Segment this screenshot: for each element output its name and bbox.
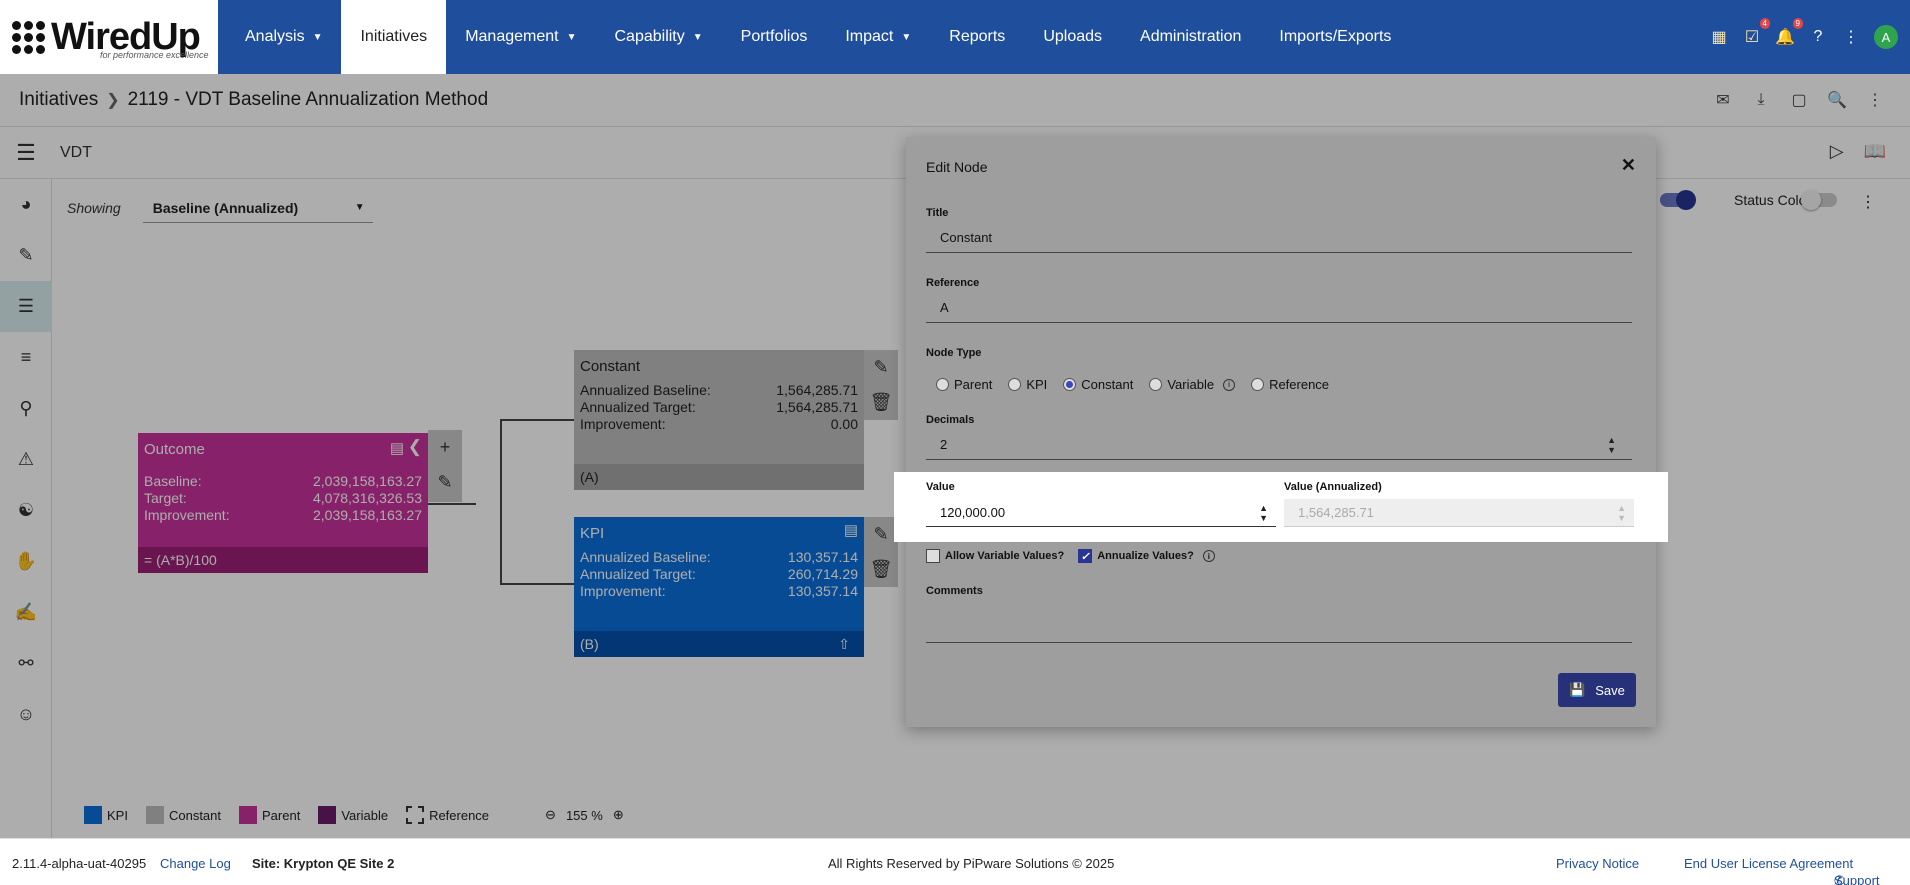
info-icon[interactable]: i (1202, 550, 1215, 562)
decimals-label: Decimals (926, 414, 975, 426)
options: Allow Variable Values? ✓ Annualize Values… (926, 549, 1215, 563)
site-label: Site: Krypton QE Site 2 (252, 856, 395, 871)
nav-item-reports[interactable]: Reports (930, 0, 1024, 74)
stepper-icon[interactable]: ▲ ▼ (1259, 503, 1268, 523)
decimals-field[interactable]: 2 ▲ ▼ (926, 430, 1632, 460)
annualize-option[interactable]: ✓ Annualize Values? i (1078, 549, 1215, 563)
option-label: Annualize Values? (1097, 550, 1194, 562)
footer: 2.11.4-alpha-uat-40295 Change Log Site: … (0, 838, 1910, 885)
nav-item-administration[interactable]: Administration (1121, 0, 1260, 74)
nav-item-label: Imports/Exports (1279, 28, 1392, 45)
save-icon: 💾 (1569, 682, 1586, 697)
radio-label: Reference (1269, 377, 1330, 392)
radio-icon[interactable] (1063, 378, 1077, 391)
close-icon[interactable]: ✕ (1621, 155, 1636, 176)
nav-item-label: Analysis (245, 28, 305, 45)
info-icon[interactable]: i (1223, 378, 1236, 391)
value-annualized-input: 1,564,285.71 (1298, 505, 1374, 520)
radio-label: Constant (1081, 377, 1134, 392)
radio-label: Variable (1167, 377, 1215, 392)
nav-item-label: Initiatives (360, 28, 428, 45)
logo[interactable]: WiredUp for performance excellence (0, 0, 218, 74)
bell-icon[interactable]: 🔔 9 (1775, 18, 1803, 47)
nav-item-analysis[interactable]: Analysis ▼ (226, 0, 341, 74)
reference-field[interactable]: A (926, 293, 1632, 323)
nav-item-management[interactable]: Management ▼ (446, 0, 595, 74)
decimals-value: 2 (940, 437, 948, 452)
value-field[interactable]: 120,000.00 ▲ ▼ (926, 499, 1276, 527)
title-field[interactable]: Constant (926, 223, 1632, 253)
radio-variable[interactable]: Variable i (1149, 377, 1236, 392)
radio-constant[interactable]: Constant (1063, 377, 1133, 392)
version-label: 2.11.4-alpha-uat-40295 (12, 856, 147, 871)
stepper-icon[interactable]: ▲ ▼ (1607, 435, 1616, 455)
title-label: Title (926, 207, 949, 219)
stepper-icon: ▲ ▼ (1617, 502, 1626, 523)
nav-item-impact[interactable]: Impact ▼ (826, 0, 930, 74)
radio-kpi[interactable]: KPI (1008, 377, 1047, 392)
value-input: 120,000.00 (940, 505, 1006, 520)
nav-item-capability[interactable]: Capability ▼ (595, 0, 721, 74)
nav-item-label: Capability (614, 28, 685, 45)
avatar[interactable]: A (1874, 25, 1898, 49)
nav-item-initiatives[interactable]: Initiatives (341, 0, 447, 74)
radio-parent[interactable]: Parent (936, 377, 992, 392)
radio-icon[interactable] (1149, 378, 1163, 391)
value-annualized-field: 1,564,285.71 ▲ ▼ (1284, 499, 1634, 527)
nav-menu: Analysis ▼ Initiatives Management ▼ Capabilit… (226, 0, 1410, 74)
value-annualized-label: Value (Annualized) (1284, 481, 1382, 493)
save-button[interactable]: 💾 Save (1558, 673, 1636, 707)
radio-label: KPI (1026, 377, 1048, 392)
chevron-down-icon: ▼ (901, 31, 912, 43)
radio-icon[interactable] (1251, 378, 1265, 391)
checkbox-icon[interactable] (926, 549, 940, 563)
modal-title: Edit Node (926, 159, 988, 175)
save-label: Save (1595, 682, 1625, 698)
help-icon[interactable]: ? (1808, 27, 1828, 47)
chevron-down-icon: ▼ (692, 31, 703, 43)
reference-label: Reference (926, 277, 980, 289)
value-strip: Value 120,000.00 ▲ ▼ Value (Annualized) 1… (894, 472, 1668, 542)
logo-tagline: for performance excellence (100, 50, 209, 60)
nav-item-label: Impact (845, 28, 894, 45)
radio-reference[interactable]: Reference (1251, 377, 1329, 392)
top-icons: ▦ ☑ 4 🔔 9 ? ⋮ A (1709, 0, 1898, 74)
radio-icon[interactable] (1008, 378, 1022, 391)
option-label: Allow Variable Values? (945, 550, 1065, 562)
app-root: WiredUp for performance excellence Analy… (0, 0, 1910, 885)
nav-item-label: Uploads (1043, 28, 1103, 45)
support-label: Support (1834, 873, 1880, 885)
radio-label: Parent (954, 377, 993, 392)
comments-label: Comments (926, 585, 983, 597)
notifications-badge: 9 (1792, 18, 1803, 29)
eula-link[interactable]: End User License Agreement (1684, 856, 1853, 871)
tasks-icon[interactable]: ☑ 4 (1742, 18, 1770, 47)
more-vertical-icon[interactable]: ⋮ (1841, 27, 1861, 47)
node-type-label: Node Type (926, 347, 982, 359)
nav-item-label: Portfolios (740, 28, 808, 45)
top-navbar: WiredUp for performance excellence Analy… (0, 0, 1910, 74)
checkbox-checked-icon[interactable]: ✓ (1078, 549, 1093, 563)
edit-node-modal: Edit Node ✕ Title Constant Reference A N… (894, 137, 1668, 727)
nav-item-uploads[interactable]: Uploads (1024, 0, 1121, 74)
comments-field[interactable] (926, 601, 1632, 643)
nav-item-portfolios[interactable]: Portfolios (722, 0, 827, 74)
privacy-link[interactable]: Privacy Notice (1556, 856, 1639, 871)
changelog-link[interactable]: Change Log (160, 856, 231, 871)
nav-item-label: Reports (949, 28, 1006, 45)
node-type-radios: Parent KPI Constant Variable i Reference (936, 377, 1329, 392)
calendar-icon[interactable]: ▦ (1709, 27, 1729, 47)
nav-item-label: Management (465, 28, 559, 45)
logo-dots-icon (12, 20, 45, 54)
tasks-badge: 4 (1759, 18, 1770, 29)
value-label: Value (926, 481, 955, 493)
chevron-down-icon: ▼ (312, 31, 323, 43)
nav-item-label: Administration (1140, 28, 1242, 45)
nav-item-imports-exports[interactable]: Imports/Exports (1260, 0, 1410, 74)
chevron-down-icon: ▼ (566, 31, 577, 43)
copyright-label: All Rights Reserved by PiPware Solutions… (828, 856, 1115, 871)
radio-icon[interactable] (936, 378, 949, 391)
allow-variable-option[interactable]: Allow Variable Values? (926, 549, 1064, 563)
